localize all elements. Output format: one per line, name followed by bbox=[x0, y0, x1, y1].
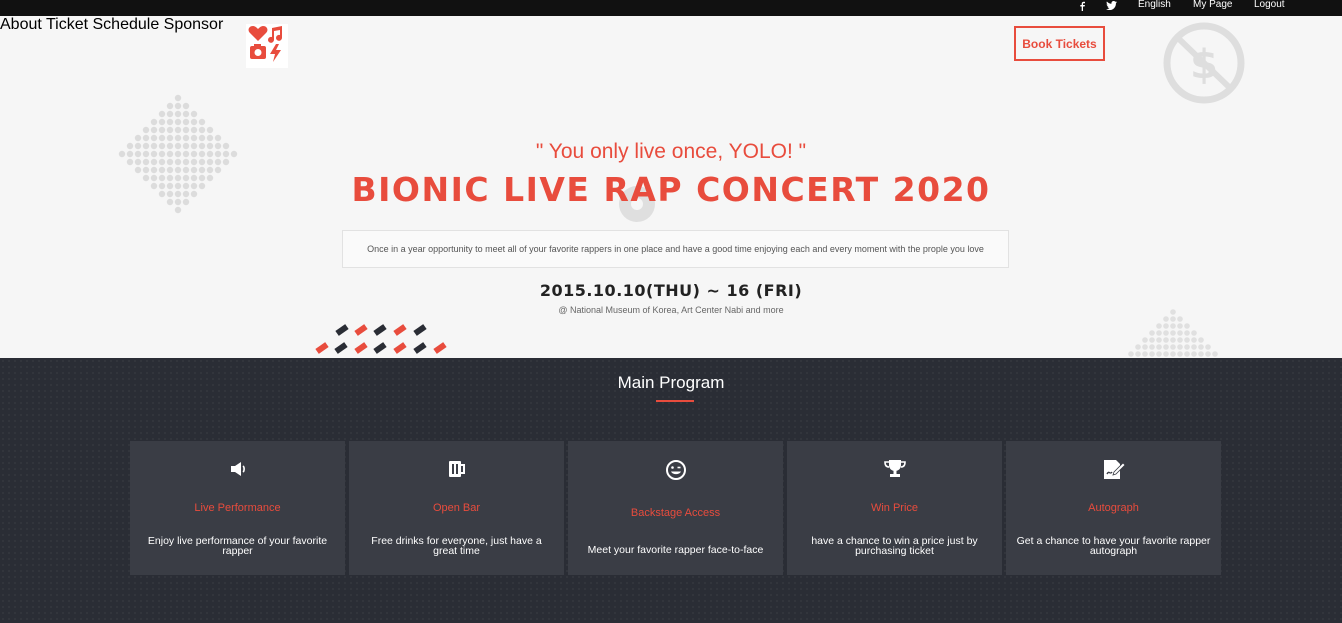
hero-description: Once in a year opportunity to meet all o… bbox=[342, 230, 1009, 268]
logout-link[interactable]: Logout bbox=[1254, 0, 1285, 10]
program-card-backstage-access: Backstage Access Meet your favorite rapp… bbox=[568, 441, 783, 575]
book-tickets-button[interactable]: Book Tickets bbox=[1014, 26, 1105, 61]
title-underline bbox=[656, 400, 694, 402]
no-dollar-icon: $ bbox=[1163, 22, 1245, 104]
facebook-icon[interactable] bbox=[1078, 1, 1086, 11]
card-text: Enjoy live performance of your favorite … bbox=[147, 535, 328, 557]
program-card-win-price: Win Price have a chance to win a price j… bbox=[787, 441, 1002, 575]
program-card-open-bar: Open Bar Free drinks for everyone, just … bbox=[349, 441, 564, 575]
signature-icon bbox=[1006, 459, 1221, 481]
card-text: have a chance to win a price just by pur… bbox=[811, 535, 978, 557]
my-page-link[interactable]: My Page bbox=[1193, 0, 1232, 10]
event-venue: @ National Museum of Korea, Art Center N… bbox=[558, 305, 784, 315]
trophy-icon bbox=[787, 459, 1002, 481]
card-text: Meet your favorite rapper face-to-face bbox=[587, 544, 764, 556]
card-title: Live Performance bbox=[194, 502, 281, 514]
event-date: 2015.10.10(THU) ~ 16 (FRI) bbox=[539, 281, 803, 300]
hero-section: $ About Ticket Schedule Sponsor Book Tic… bbox=[0, 16, 1342, 358]
card-text: Get a chance to have your favorite rappe… bbox=[1016, 535, 1211, 557]
card-title: Win Price bbox=[870, 502, 919, 514]
smile-icon bbox=[568, 459, 783, 481]
hero-quote: " You only live once, YOLO! " bbox=[535, 140, 807, 163]
hero-title: BIONIC LIVE RAP CONCERT 2020 bbox=[351, 170, 991, 209]
section-title: Main Program bbox=[617, 373, 725, 392]
twitter-icon[interactable] bbox=[1106, 1, 1117, 10]
program-card-live-performance: Live Performance Enjoy live performance … bbox=[130, 441, 345, 575]
language-link[interactable]: English bbox=[1138, 0, 1171, 10]
main-program-section: Main Program Live Performance Enjoy live… bbox=[0, 358, 1342, 623]
card-title: Autograph bbox=[1088, 502, 1139, 514]
top-bar: English My Page Logout bbox=[0, 0, 1342, 16]
card-title: Backstage Access bbox=[630, 507, 721, 519]
card-title: Open Bar bbox=[432, 502, 481, 514]
program-card-autograph: Autograph Get a chance to have your favo… bbox=[1006, 441, 1221, 575]
beer-mug-icon bbox=[349, 459, 564, 481]
site-logo[interactable] bbox=[246, 24, 288, 68]
speaker-icon bbox=[130, 459, 345, 481]
card-text: Free drinks for everyone, just have a gr… bbox=[371, 535, 542, 557]
